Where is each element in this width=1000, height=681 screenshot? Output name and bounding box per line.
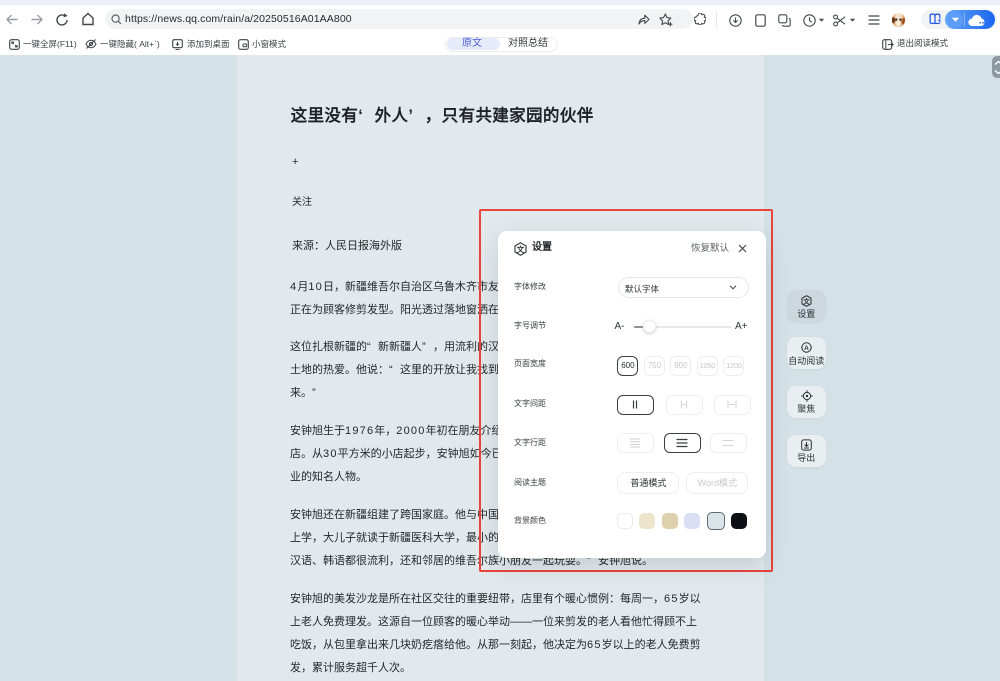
svg-text:文: 文 — [802, 296, 810, 305]
svg-text:A: A — [804, 345, 809, 352]
svg-text:文: 文 — [517, 244, 525, 254]
